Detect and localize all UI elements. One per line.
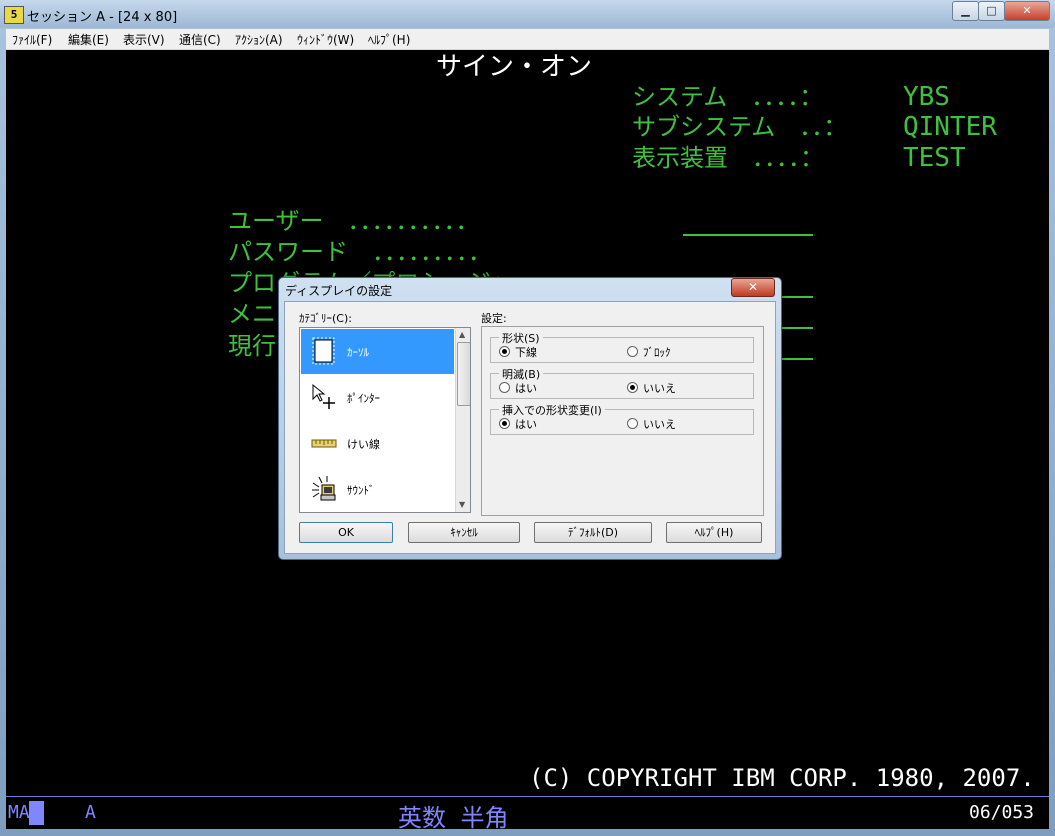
settings-label: 設定: [481, 312, 507, 325]
app-icon[interactable]: 5 [4, 6, 24, 24]
copyright-text: (C) COPYRIGHT IBM CORP. 1980, 2007. [529, 764, 1035, 792]
cursor-position: 06/053 [969, 802, 1035, 823]
window-title: セッション A - [24 x 80] [27, 10, 178, 25]
pointer-icon [312, 383, 335, 409]
settings-panel: 形状(S) 下線 ﾌﾞﾛｯｸ 明滅(B) はい いいえ 挿入での形状変更(I) … [481, 326, 764, 516]
shape-block-radio[interactable]: ﾌﾞﾛｯｸ [627, 344, 671, 360]
category-label-cursor: ｶｰｿﾙ [347, 346, 369, 359]
insert-yes-label: はい [515, 418, 537, 431]
ok-button[interactable]: OK [299, 522, 393, 543]
display-label: 表示装置 ．．．．： [632, 144, 824, 172]
minimize-button[interactable]: ▁ [952, 1, 979, 21]
menu-view[interactable]: 表示(V) [123, 31, 165, 48]
menu-bar: ﾌｧｲﾙ(F) 編集(E) 表示(V) 通信(C) ｱｸｼｮﾝ(A) ｳｨﾝﾄﾞ… [6, 29, 1049, 50]
scroll-up-icon[interactable]: ▲ [459, 330, 465, 339]
radio-checked-icon [499, 346, 510, 357]
scroll-thumb[interactable] [457, 342, 470, 406]
category-list[interactable]: ｶｰｿﾙ ﾎﾟｲﾝﾀｰ けい線 ｻｳﾝﾄﾞ ▲ ▼ [299, 327, 471, 513]
status-indicator: A [85, 802, 96, 823]
menu-edit[interactable]: 編集(E) [68, 31, 109, 48]
menu-window[interactable]: ｳｨﾝﾄﾞｳ(W) [297, 31, 354, 48]
radio-checked-icon [499, 418, 510, 429]
sound-icon [312, 476, 336, 501]
category-label: ｶﾃｺﾞﾘｰ(C): [299, 312, 352, 325]
cancel-button[interactable]: ｷｬﾝｾﾙ [408, 522, 520, 543]
radio-unchecked-icon [499, 382, 510, 393]
blink-yes-label: はい [515, 382, 537, 395]
insert-yes-radio[interactable]: はい [499, 416, 537, 432]
dialog-close-button[interactable]: ✕ [731, 278, 775, 297]
category-scrollbar[interactable]: ▲ ▼ [455, 328, 470, 512]
system-value: YBS [903, 82, 950, 112]
close-button[interactable]: ✕ [1004, 1, 1050, 21]
radio-unchecked-icon [627, 346, 638, 357]
scroll-down-icon[interactable]: ▼ [459, 500, 465, 509]
menu-help[interactable]: ﾍﾙﾌﾟ(H) [368, 31, 410, 48]
application-window: 5 セッション A - [24 x 80] ▁ □ ✕ ﾌｧｲﾙ(F) 編集(E… [0, 0, 1055, 836]
subsystem-value: QINTER [903, 112, 997, 142]
status-cursor [29, 801, 44, 825]
menu-file[interactable]: ﾌｧｲﾙ(F) [12, 31, 52, 48]
default-button[interactable]: ﾃﾞﾌｫﾙﾄ(D) [534, 522, 652, 543]
ruler-icon [311, 439, 337, 448]
status-mode: MA [8, 802, 30, 823]
category-item-pointer[interactable]: ﾎﾟｲﾝﾀｰ [301, 375, 454, 420]
shape-underline-radio[interactable]: 下線 [499, 344, 537, 360]
status-bar: MA A 英数 半角 06/053 [6, 796, 1049, 832]
password-field-label: パスワード ．．．．．．．．． [228, 238, 492, 266]
radio-unchecked-icon [627, 418, 638, 429]
menu-communication[interactable]: 通信(C) [179, 31, 221, 48]
shape-underline-label: 下線 [515, 346, 537, 359]
radio-checked-icon [627, 382, 638, 393]
blink-group: 明滅(B) はい いいえ [490, 366, 754, 399]
category-label-pointer: ﾎﾟｲﾝﾀｰ [347, 392, 380, 405]
title-bar[interactable]: 5 セッション A - [24 x 80] ▁ □ ✕ [0, 0, 1055, 28]
dialog-body: ｶﾃｺﾞﾘｰ(C): 設定: ｶｰｿﾙ ﾎﾟｲﾝﾀｰ けい線 ｻｳﾝﾄﾞ ▲ ▼… [284, 301, 776, 554]
shape-block-label: ﾌﾞﾛｯｸ [643, 346, 671, 359]
insert-shape-group: 挿入での形状変更(I) はい いいえ [490, 402, 754, 435]
system-label: システム ．．．．： [632, 83, 824, 111]
input-mode-indicator: 英数 半角 [398, 804, 509, 832]
category-item-cursor[interactable]: ｶｰｿﾙ [301, 329, 454, 374]
maximize-button[interactable]: □ [978, 1, 1005, 21]
insert-no-label: いいえ [643, 418, 676, 431]
user-field-label: ユーザー ．．．．．．．．．． [228, 207, 480, 235]
display-settings-dialog: ディスプレイの設定 ✕ ｶﾃｺﾞﾘｰ(C): 設定: ｶｰｿﾙ ﾎﾟｲﾝﾀｰ け… [278, 277, 782, 560]
signon-heading: サイン・オン [436, 52, 593, 82]
display-value: TEST [903, 143, 966, 173]
subsystem-label: サブシステム ．．： [632, 113, 848, 141]
cursor-box-icon [312, 337, 335, 365]
dialog-title: ディスプレイの設定 [285, 284, 393, 298]
category-label-ruler: けい線 [347, 438, 380, 451]
category-label-sound: ｻｳﾝﾄﾞ [347, 484, 375, 497]
shape-group: 形状(S) 下線 ﾌﾞﾛｯｸ [490, 330, 754, 363]
category-item-ruler[interactable]: けい線 [301, 421, 454, 466]
insert-no-radio[interactable]: いいえ [627, 416, 676, 432]
blink-no-label: いいえ [643, 382, 676, 395]
blink-yes-radio[interactable]: はい [499, 380, 537, 396]
user-input-line[interactable] [683, 234, 813, 236]
category-item-sound[interactable]: ｻｳﾝﾄﾞ [301, 467, 454, 512]
menu-action[interactable]: ｱｸｼｮﾝ(A) [235, 31, 283, 48]
blink-no-radio[interactable]: いいえ [627, 380, 676, 396]
help-button[interactable]: ﾍﾙﾌﾟ(H) [666, 522, 762, 543]
